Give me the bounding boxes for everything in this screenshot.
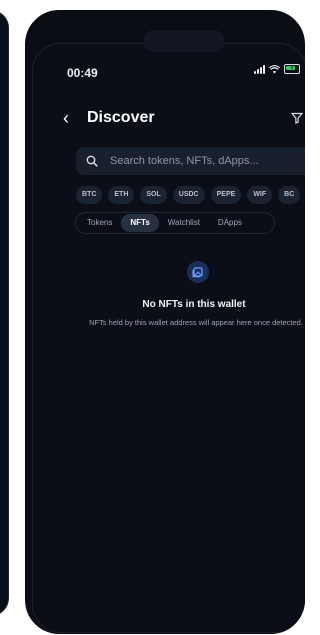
status-time: 00:49 bbox=[67, 66, 98, 80]
token-chip-btc[interactable]: BTC bbox=[76, 186, 103, 204]
status-icons: ⚡ bbox=[254, 64, 300, 74]
page-title: Discover bbox=[87, 109, 155, 126]
tab-watchlist[interactable]: Watchlist bbox=[159, 214, 209, 232]
token-chip-usdc[interactable]: USDC bbox=[172, 186, 205, 204]
empty-state-title: No NFTs in this wallet bbox=[142, 299, 246, 310]
search-icon bbox=[86, 155, 98, 167]
phone-screen bbox=[32, 43, 305, 633]
search-input[interactable] bbox=[108, 154, 292, 168]
neighbor-phone-edge bbox=[0, 10, 9, 616]
token-chip-bc[interactable]: BC bbox=[278, 186, 301, 204]
wifi-icon bbox=[269, 64, 280, 73]
search-bar[interactable] bbox=[76, 147, 305, 175]
back-button[interactable]: ‹ bbox=[63, 108, 83, 129]
signal-icon bbox=[254, 64, 265, 74]
token-chip-list: BTC ETH SOL USDC PEPE WIF BC bbox=[76, 186, 305, 204]
dynamic-island bbox=[143, 30, 225, 52]
token-chip-sol[interactable]: SOL bbox=[140, 186, 167, 204]
tab-tokens[interactable]: Tokens bbox=[78, 214, 121, 232]
nft-image-icon bbox=[187, 261, 209, 283]
filter-icon[interactable] bbox=[291, 112, 303, 124]
empty-state-subtitle: NFTs held by this wallet address will ap… bbox=[89, 318, 303, 327]
tab-dapps[interactable]: DApps bbox=[209, 214, 251, 232]
discover-tabs: Tokens NFTs Watchlist DApps bbox=[75, 212, 275, 234]
token-chip-wif[interactable]: WIF bbox=[247, 186, 273, 204]
token-chip-eth[interactable]: ETH bbox=[108, 186, 135, 204]
tab-nfts[interactable]: NFTs bbox=[121, 214, 159, 232]
token-chip-pepe[interactable]: PEPE bbox=[210, 186, 242, 204]
discover-header: ‹ Discover bbox=[63, 105, 303, 131]
battery-charging-icon: ⚡ bbox=[284, 64, 300, 74]
phone-frame: 00:49 ⚡ ‹ Discover BTC ETH SOL USDC PE bbox=[25, 10, 305, 634]
